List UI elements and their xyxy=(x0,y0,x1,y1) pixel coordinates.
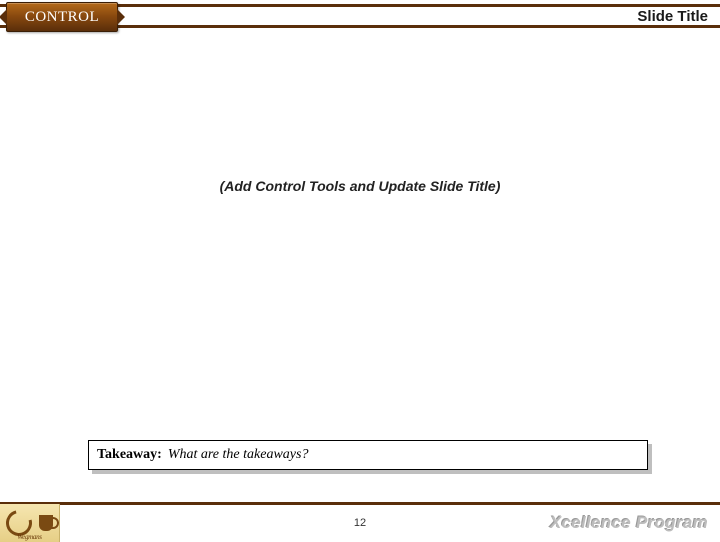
body-instruction: (Add Control Tools and Update Slide Titl… xyxy=(0,178,720,194)
page-number: 12 xyxy=(354,517,366,529)
takeaway-box: Takeaway: What are the takeaways? xyxy=(88,440,648,470)
section-tab-label: CONTROL xyxy=(25,9,99,26)
brand-name: Wegmans xyxy=(17,533,41,541)
takeaway-label: Takeaway: xyxy=(97,447,162,463)
brand-logo: Wegmans xyxy=(0,504,60,542)
slide-header: Slide Title CONTROL xyxy=(0,0,720,36)
slide-footer: Wegmans 12 Xcellence Program xyxy=(0,502,720,540)
takeaway-content: Takeaway: What are the takeaways? xyxy=(88,440,648,470)
section-tab: CONTROL xyxy=(6,2,118,32)
takeaway-text: What are the takeaways? xyxy=(168,447,309,463)
cup-icon xyxy=(39,515,53,531)
program-name: Xcellence Program xyxy=(550,513,708,533)
slide-title: Slide Title xyxy=(637,8,708,25)
